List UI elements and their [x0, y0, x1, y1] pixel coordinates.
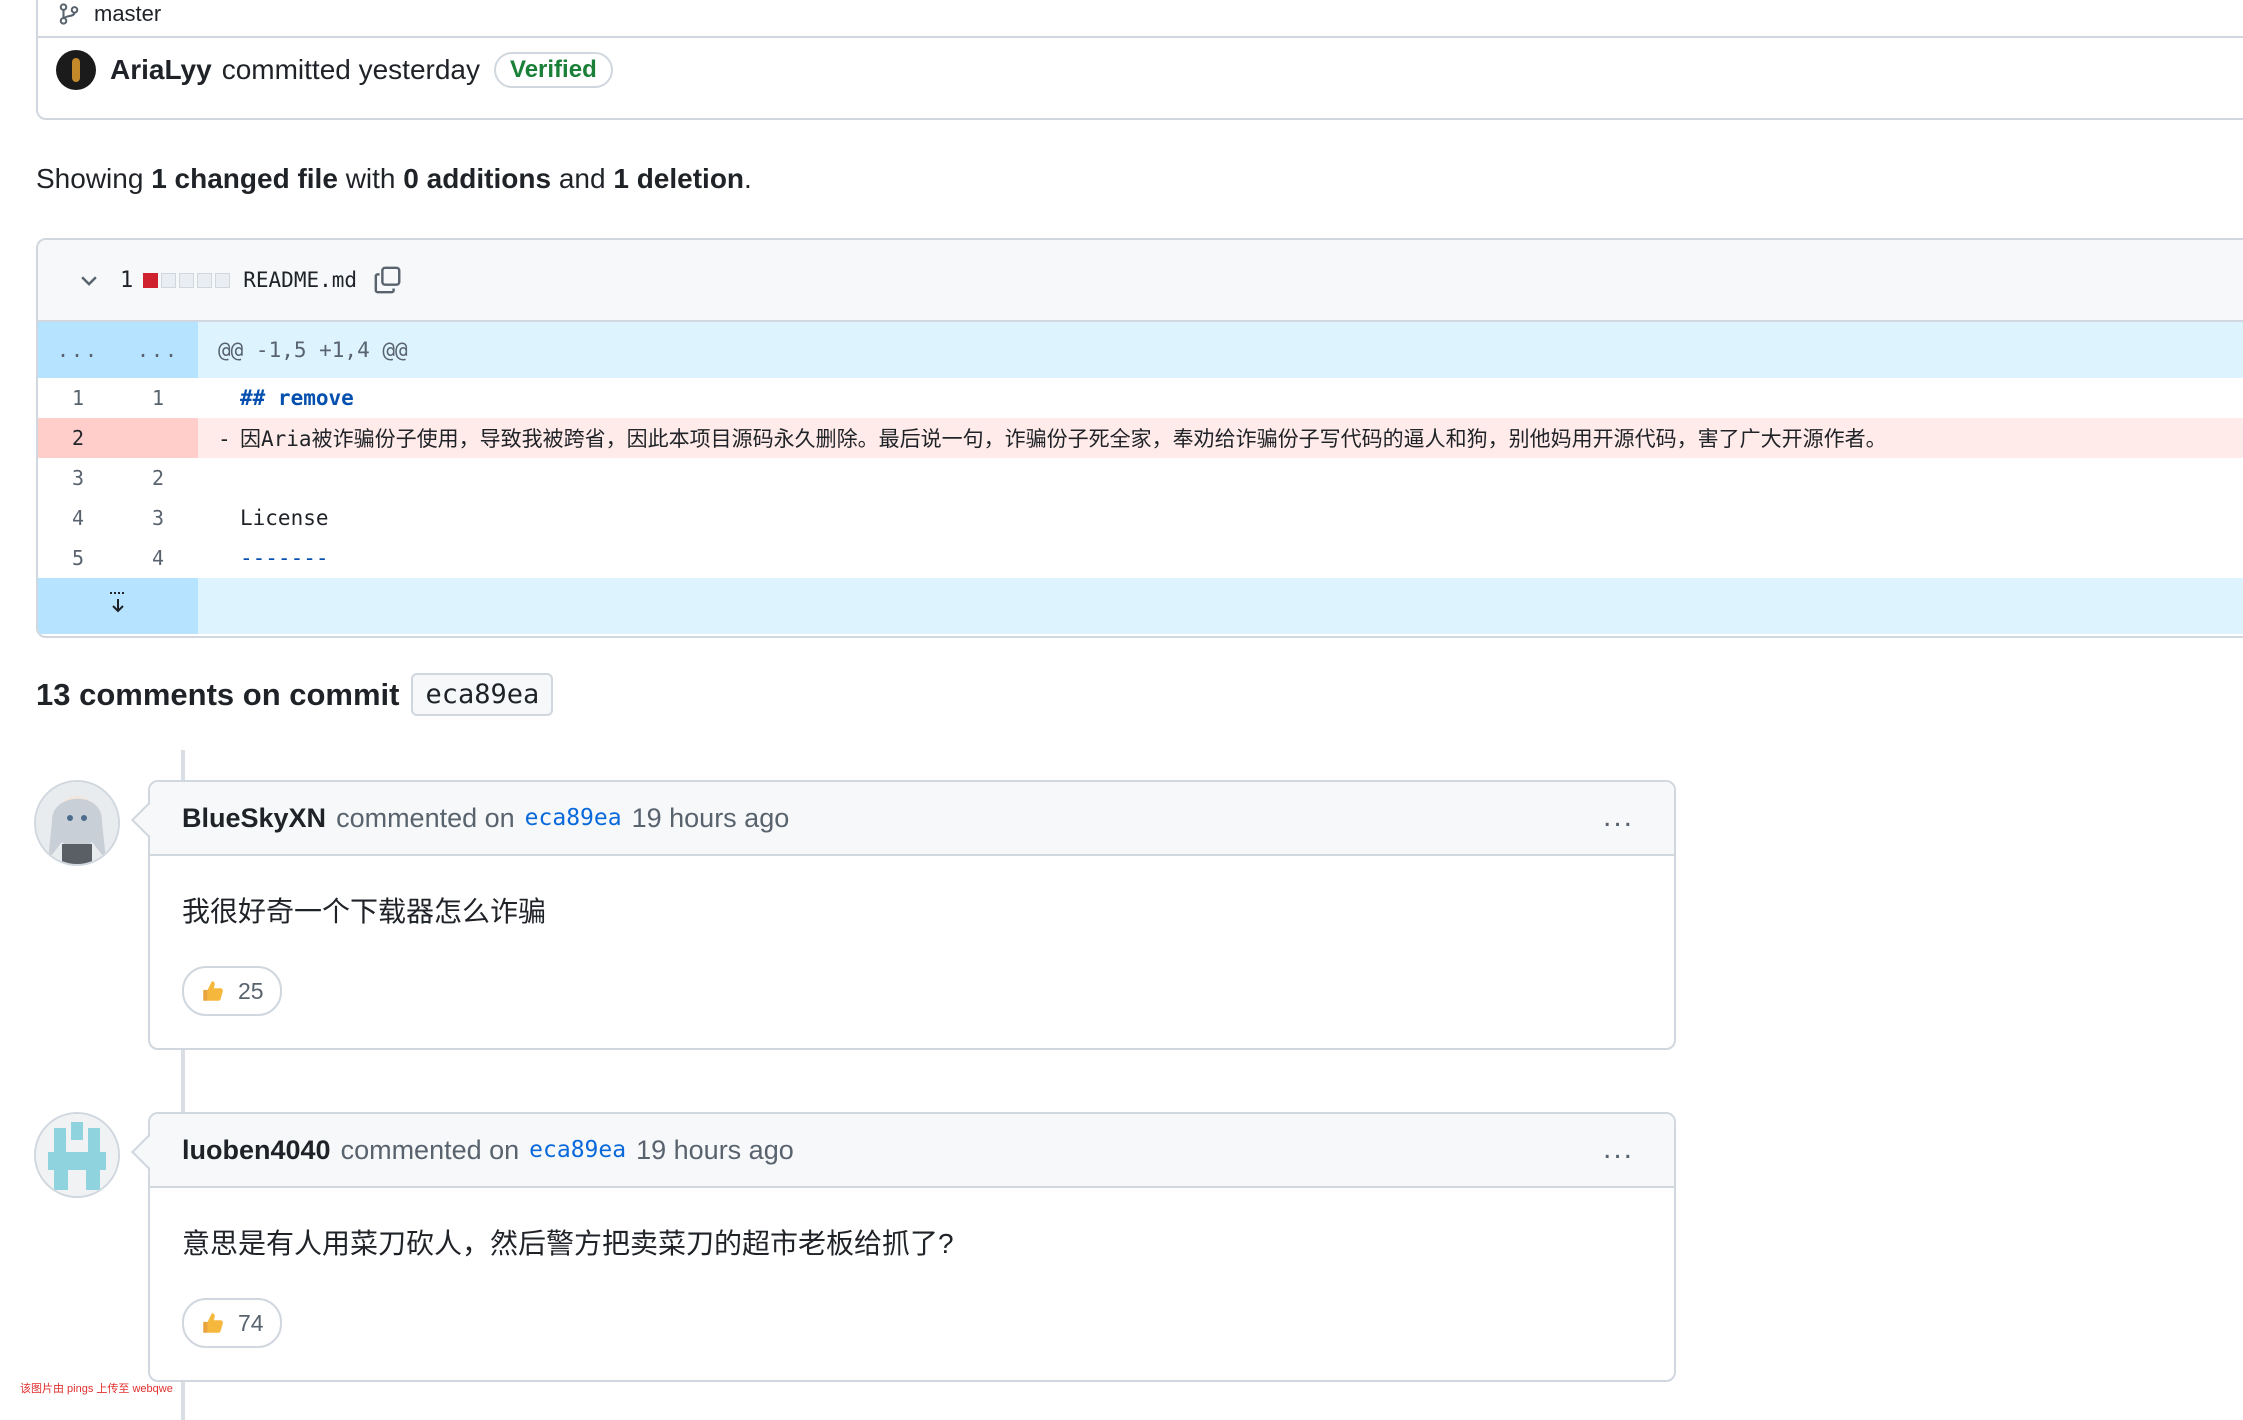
hunk-expand-up[interactable]: ... — [118, 322, 198, 378]
diff-table: ... ... @@ -1,5 +1,4 @@ 1 1 ## remove 2 … — [38, 322, 2243, 634]
diff-summary: Showing 1 changed file with 0 additions … — [36, 163, 752, 195]
file-name-link[interactable]: README.md — [243, 268, 357, 292]
new-line-number[interactable]: 2 — [118, 458, 198, 498]
avatar-anime-icon — [36, 782, 118, 864]
old-line-number[interactable]: 2 — [38, 418, 118, 458]
unfold-down-icon[interactable] — [101, 589, 135, 619]
avatar[interactable] — [56, 50, 96, 90]
reaction-thumbs-up-button[interactable]: 25 — [182, 966, 282, 1016]
chevron-down-icon[interactable] — [78, 269, 100, 291]
branch-name[interactable]: master — [94, 1, 161, 27]
comment-action-text: commented on — [340, 1134, 520, 1165]
diff-line-text: ## remove — [240, 386, 354, 410]
comment: BlueSkyXN commented on eca89ea 19 hours … — [148, 780, 1676, 1050]
comments-title: 13 comments on commit eca89ea — [36, 673, 554, 716]
comment-timestamp[interactable]: 19 hours ago — [636, 1135, 794, 1166]
diff-line-text: ------- — [240, 546, 329, 570]
copy-icon[interactable] — [373, 265, 403, 295]
diff-marker: - — [218, 427, 231, 451]
commit-box: master AriaLyy committed yesterday Verif… — [36, 0, 2243, 120]
diffstat-neutral-box — [197, 272, 213, 288]
kebab-menu-icon[interactable]: ... — [1603, 1132, 1634, 1166]
comment-author-link[interactable]: BlueSkyXN — [182, 803, 326, 834]
avatar[interactable] — [34, 780, 120, 866]
diff-line-text: License — [240, 506, 329, 530]
summary-and: and — [558, 163, 606, 194]
diffstat-neutral-box — [215, 272, 231, 288]
hunk-header-row: ... ... @@ -1,5 +1,4 @@ — [38, 322, 2243, 378]
file-diff: 1 README.md ... ... @@ -1,5 +1,4 @@ 1 1 … — [36, 238, 2243, 638]
diff-line: 3 2 — [38, 458, 2243, 498]
old-line-number[interactable]: 1 — [38, 378, 118, 418]
comment-body: 我很好奇一个下载器怎么诈骗 25 — [150, 856, 1674, 1016]
hunk-expand-up[interactable]: ... — [38, 322, 118, 378]
commit-author-link[interactable]: AriaLyy — [110, 54, 212, 86]
comments-title-text: 13 comments on commit — [36, 676, 400, 712]
diff-line: 4 3 License — [38, 498, 2243, 538]
commit-author-row: AriaLyy committed yesterday Verified — [56, 42, 613, 98]
diff-line-deleted: 2 - 因Aria被诈骗份子使用，导致我被跨省，因此本项目源码永久删除。最后说一句… — [38, 418, 2243, 458]
old-line-number[interactable]: 3 — [38, 458, 118, 498]
comment-action-text: commented on — [336, 802, 515, 833]
thumbs-up-icon — [203, 1313, 223, 1333]
comment: luoben4040 commented on eca89ea 19 hours… — [148, 1112, 1676, 1382]
hunk-header: @@ -1,5 +1,4 @@ — [198, 322, 2243, 378]
comment-text: 我很好奇一个下载器怎么诈骗 — [182, 896, 547, 927]
comment-text: 意思是有人用菜刀砍人，然后警方把卖菜刀的超市老板给抓了? — [182, 1228, 954, 1259]
file-header: 1 README.md — [38, 240, 2243, 322]
verified-badge[interactable]: Verified — [494, 52, 613, 88]
kebab-menu-icon[interactable]: ... — [1603, 800, 1634, 834]
summary-prefix: Showing — [36, 163, 144, 194]
new-line-number[interactable]: 4 — [118, 538, 198, 578]
commit-action-text: committed yesterday — [221, 54, 481, 85]
new-line-number[interactable]: 3 — [118, 498, 198, 538]
identicon-icon — [36, 1114, 118, 1196]
avatar[interactable] — [34, 1112, 120, 1198]
diff-line-text: 因Aria被诈骗份子使用，导致我被跨省，因此本项目源码永久删除。最后说一句，诈骗… — [240, 427, 1887, 451]
diffstat-neutral-box — [179, 272, 195, 288]
summary-deletions: 1 deletion — [613, 163, 745, 194]
comment-author-link[interactable]: luoben4040 — [182, 1135, 331, 1166]
reaction-count: 74 — [238, 1309, 264, 1336]
summary-with: with — [345, 163, 396, 194]
summary-suffix: . — [744, 163, 752, 194]
reaction-count: 25 — [238, 977, 264, 1004]
new-line-number[interactable]: 1 — [118, 378, 198, 418]
old-line-number[interactable]: 4 — [38, 498, 118, 538]
commit-sha-pill[interactable]: eca89ea — [411, 673, 554, 716]
summary-additions: 0 additions — [403, 163, 552, 194]
expand-row — [38, 578, 2243, 634]
comment-sha-link[interactable]: eca89ea — [529, 1137, 626, 1163]
git-branch-icon — [59, 3, 79, 25]
diffstat-neutral-box — [161, 272, 177, 288]
old-line-number[interactable]: 5 — [38, 538, 118, 578]
comment-header: BlueSkyXN commented on eca89ea 19 hours … — [150, 782, 1674, 856]
new-line-number[interactable] — [118, 418, 198, 458]
diff-line: 1 1 ## remove — [38, 378, 2243, 418]
thumbs-up-icon — [203, 981, 223, 1001]
expand-down-button[interactable] — [38, 578, 198, 634]
expand-row-fill — [198, 578, 2243, 634]
comment-sha-link[interactable]: eca89ea — [525, 805, 622, 831]
reaction-thumbs-up-button[interactable]: 74 — [182, 1298, 282, 1348]
summary-changed: 1 changed file — [151, 163, 338, 194]
branch-row: master — [58, 0, 161, 36]
comment-body: 意思是有人用菜刀砍人，然后警方把卖菜刀的超市老板给抓了? 74 — [150, 1188, 1674, 1348]
diff-line: 5 4 ------- — [38, 538, 2243, 578]
comment-header: luoben4040 commented on eca89ea 19 hours… — [150, 1114, 1674, 1188]
comment-timestamp[interactable]: 19 hours ago — [632, 803, 790, 834]
diffstat-bar — [143, 272, 233, 288]
watermark-text: 该图片由 pings 上传至 webqwe — [20, 1383, 173, 1395]
diffstat-deletion-box — [143, 272, 159, 288]
diffstat-count: 1 — [120, 267, 134, 293]
